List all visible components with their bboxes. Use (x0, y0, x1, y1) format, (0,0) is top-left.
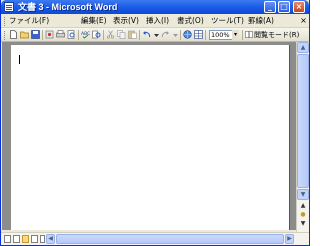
maximize-button[interactable]: □ (278, 1, 290, 13)
next-page-button[interactable]: ▼ (299, 220, 307, 228)
vertical-scrollbar[interactable]: ▲ ▼ ▲ ● ▼ (296, 42, 309, 232)
vertical-scroll-thumb[interactable] (297, 54, 309, 188)
select-browse-object-button[interactable]: ● (299, 211, 307, 219)
title-bar[interactable]: 文書 3 - Microsoft Word _ □ × (1, 0, 309, 14)
document-area (2, 42, 296, 230)
menu-edit[interactable]: 編集(E) (81, 15, 107, 27)
cut-icon[interactable] (106, 30, 115, 39)
research-icon[interactable] (92, 30, 101, 39)
save-icon[interactable] (31, 30, 40, 39)
toolbar-separator (205, 30, 206, 40)
standard-toolbar: ABC 100% ▾ 閲覧モード(R) (1, 28, 309, 42)
document-close-button[interactable]: × (299, 16, 308, 26)
horizontal-scroll-thumb[interactable] (56, 234, 284, 244)
menu-tools[interactable]: ツール(T) (211, 15, 244, 27)
menu-file[interactable]: ファイル(F) (9, 15, 49, 27)
redo-dropdown-icon[interactable] (171, 30, 180, 39)
document-page[interactable] (11, 45, 290, 230)
toolbar-separator (103, 30, 104, 40)
permission-icon[interactable] (45, 30, 54, 39)
redo-icon[interactable] (161, 30, 170, 39)
open-folder-icon[interactable] (20, 30, 29, 39)
undo-icon[interactable] (142, 30, 151, 39)
menu-insert[interactable]: 挿入(I) (146, 15, 169, 27)
reading-mode-icon (245, 31, 253, 38)
spelling-icon[interactable]: ABC (81, 30, 90, 39)
word-app-icon[interactable] (4, 2, 14, 12)
menubar-grip[interactable] (4, 17, 6, 26)
copy-icon[interactable] (117, 30, 126, 39)
menu-bar: ファイル(F) 編集(E) 表示(V) 挿入(I) 書式(O) ツール(T) 罫… (1, 14, 309, 28)
table-icon[interactable] (194, 30, 203, 39)
toolbar-separator (180, 30, 181, 40)
zoom-dropdown-icon[interactable]: ▾ (232, 30, 239, 40)
bottom-bar: ◀ ▶ (1, 232, 309, 245)
svg-text:ABC: ABC (81, 31, 90, 37)
web-layout-view-button[interactable] (13, 235, 20, 243)
scroll-left-button[interactable]: ◀ (46, 234, 55, 244)
paste-icon[interactable] (128, 30, 137, 39)
minimize-button[interactable]: _ (264, 1, 276, 13)
menu-format[interactable]: 書式(O) (177, 15, 204, 27)
print-layout-view-button[interactable] (22, 235, 29, 243)
print-icon[interactable] (56, 30, 65, 39)
toolbar-separator (78, 30, 79, 40)
reading-layout-view-button[interactable] (40, 235, 45, 243)
print-preview-icon[interactable] (67, 30, 76, 39)
toolbar-separator (139, 30, 140, 40)
toolbar-grip[interactable] (4, 31, 6, 40)
hyperlink-icon[interactable] (183, 30, 192, 39)
scroll-up-button[interactable]: ▲ (297, 42, 309, 53)
toolbar-separator (242, 30, 243, 40)
reading-mode-button[interactable]: 閲覧モード(R) (254, 29, 299, 41)
toolbar-separator (42, 30, 43, 40)
close-button[interactable]: × (293, 1, 305, 13)
scroll-down-button[interactable]: ▼ (297, 189, 309, 200)
outline-view-button[interactable] (31, 235, 38, 243)
text-cursor (19, 55, 20, 64)
previous-page-button[interactable]: ▲ (299, 202, 307, 210)
word-window: 文書 3 - Microsoft Word _ □ × ファイル(F) 編集(E… (0, 0, 310, 246)
window-title: 文書 3 - Microsoft Word (18, 2, 118, 12)
scroll-right-button[interactable]: ▶ (285, 234, 294, 244)
normal-view-button[interactable] (4, 235, 11, 243)
menu-view[interactable]: 表示(V) (113, 15, 139, 27)
undo-dropdown-icon[interactable] (152, 30, 161, 39)
menu-table[interactable]: 罫線(A) (248, 15, 274, 27)
new-document-icon[interactable] (9, 30, 18, 39)
